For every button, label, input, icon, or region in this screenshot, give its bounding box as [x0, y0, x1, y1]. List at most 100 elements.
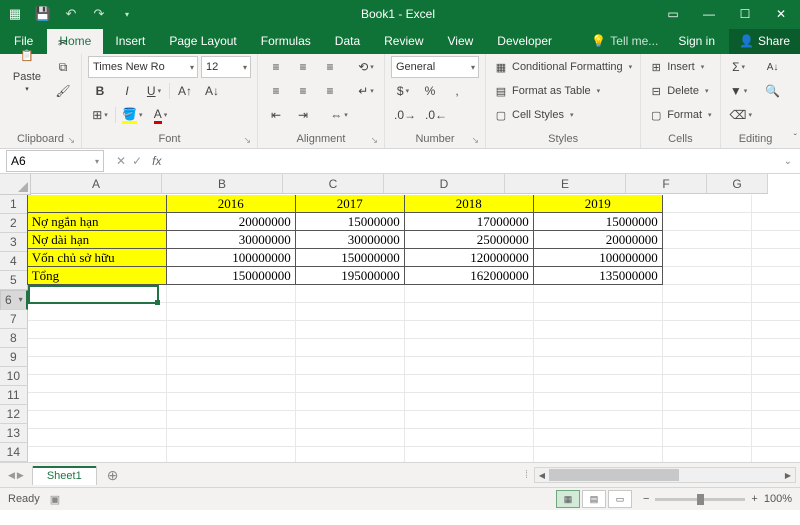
accounting-format-icon[interactable]: $	[391, 80, 415, 102]
cell[interactable]	[28, 393, 167, 411]
cell[interactable]	[752, 285, 800, 303]
tab-data[interactable]: Data	[323, 29, 372, 54]
cell[interactable]: Vốn chủ sở hữu	[27, 248, 167, 267]
cell[interactable]	[752, 357, 800, 375]
sheet-tab[interactable]: Sheet1	[32, 466, 97, 485]
cell[interactable]	[296, 339, 405, 357]
column-header[interactable]: A	[31, 174, 162, 194]
macro-record-icon[interactable]: ▣	[50, 493, 60, 506]
cell[interactable]: 2016	[166, 195, 296, 213]
cell[interactable]	[167, 357, 296, 375]
cell[interactable]: 150000000	[166, 266, 296, 285]
save-icon[interactable]: 💾	[32, 3, 54, 25]
cut-icon[interactable]: ✂	[51, 32, 75, 54]
column-header[interactable]: E	[505, 174, 626, 194]
cell[interactable]	[752, 231, 800, 249]
clear-icon[interactable]: ⌫	[727, 104, 755, 126]
cell[interactable]	[752, 195, 800, 213]
normal-view-icon[interactable]: ▦	[556, 490, 580, 508]
cell[interactable]: 25000000	[404, 230, 534, 249]
cell[interactable]	[752, 393, 800, 411]
cell[interactable]	[28, 321, 167, 339]
cell[interactable]: Tổng	[27, 266, 167, 285]
expand-formula-bar-icon[interactable]: ⌄	[776, 156, 800, 167]
cell[interactable]	[534, 339, 663, 357]
format-as-table-button[interactable]: ▤Format as Table	[492, 81, 602, 101]
cell[interactable]	[752, 267, 800, 285]
cell[interactable]	[167, 411, 296, 429]
cell[interactable]	[167, 375, 296, 393]
dialog-launcher-icon[interactable]: ↘	[67, 135, 75, 146]
cell[interactable]	[752, 213, 800, 231]
cell[interactable]	[663, 249, 752, 267]
cell[interactable]	[534, 393, 663, 411]
cell[interactable]: 30000000	[166, 230, 296, 249]
tab-developer[interactable]: Developer	[485, 29, 564, 54]
cell[interactable]: 150000000	[295, 248, 405, 267]
cell[interactable]: 100000000	[166, 248, 296, 267]
cell[interactable]	[663, 429, 752, 447]
fx-icon[interactable]: fx	[150, 154, 167, 168]
tab-page-layout[interactable]: Page Layout	[157, 29, 248, 54]
formula-input[interactable]	[167, 151, 775, 171]
cell[interactable]	[663, 285, 752, 303]
cell[interactable]	[752, 339, 800, 357]
cell[interactable]	[534, 285, 663, 303]
decrease-indent-icon[interactable]: ⇤	[264, 104, 288, 126]
cell[interactable]	[405, 285, 534, 303]
comma-format-icon[interactable]: ,	[445, 80, 469, 102]
scroll-left-icon[interactable]: ◀	[535, 471, 549, 480]
cancel-formula-icon[interactable]: ✕	[116, 154, 126, 168]
cell[interactable]	[167, 321, 296, 339]
cell[interactable]: 17000000	[404, 212, 534, 231]
share-button[interactable]: 👤Share	[729, 29, 800, 54]
cell[interactable]	[296, 285, 405, 303]
cell[interactable]: 30000000	[295, 230, 405, 249]
format-cells-button[interactable]: ▢Format	[647, 105, 713, 125]
cell[interactable]	[28, 357, 167, 375]
cell[interactable]	[296, 393, 405, 411]
cell[interactable]: 2017	[295, 195, 405, 213]
page-layout-view-icon[interactable]: ▤	[582, 490, 606, 508]
cell[interactable]	[28, 303, 167, 321]
cell[interactable]	[534, 357, 663, 375]
sheet-nav[interactable]: ◀▶	[0, 470, 32, 481]
dialog-launcher-icon[interactable]: ↘	[243, 135, 251, 146]
cell[interactable]	[27, 195, 167, 213]
maximize-icon[interactable]: ☐	[730, 3, 760, 25]
bold-button[interactable]: B	[88, 80, 112, 102]
cell[interactable]	[296, 357, 405, 375]
shrink-font-button[interactable]: A↓	[200, 80, 224, 102]
borders-button[interactable]: ⊞	[88, 104, 112, 126]
cell[interactable]: 20000000	[533, 230, 663, 249]
cell[interactable]	[534, 303, 663, 321]
row-header[interactable]: 13	[0, 424, 28, 443]
cell[interactable]	[405, 393, 534, 411]
zoom-out-button[interactable]: −	[643, 493, 649, 505]
row-header[interactable]: 8	[0, 329, 28, 348]
cell[interactable]	[405, 357, 534, 375]
cell[interactable]: 120000000	[404, 248, 534, 267]
scroll-right-icon[interactable]: ▶	[781, 471, 795, 480]
new-sheet-icon[interactable]: ⊕	[97, 467, 129, 484]
cell[interactable]	[167, 303, 296, 321]
grow-font-button[interactable]: A↑	[173, 80, 197, 102]
cell[interactable]	[752, 303, 800, 321]
cell[interactable]	[405, 339, 534, 357]
row-header[interactable]: 14	[0, 443, 28, 462]
column-headers[interactable]: ABCDEFG	[31, 174, 768, 194]
cell[interactable]	[663, 231, 752, 249]
row-header[interactable]: 6	[0, 290, 28, 310]
close-icon[interactable]: ✕	[766, 3, 796, 25]
cell[interactable]: 20000000	[166, 212, 296, 231]
cell[interactable]	[752, 321, 800, 339]
cell[interactable]	[752, 429, 800, 447]
cell[interactable]: 162000000	[404, 266, 534, 285]
column-header[interactable]: C	[283, 174, 384, 194]
cell[interactable]	[534, 321, 663, 339]
cell[interactable]	[167, 447, 296, 462]
font-color-button[interactable]: A	[148, 104, 172, 126]
align-top-icon[interactable]: ≡	[264, 56, 288, 78]
underline-button[interactable]: U	[142, 80, 166, 102]
cell[interactable]	[663, 393, 752, 411]
